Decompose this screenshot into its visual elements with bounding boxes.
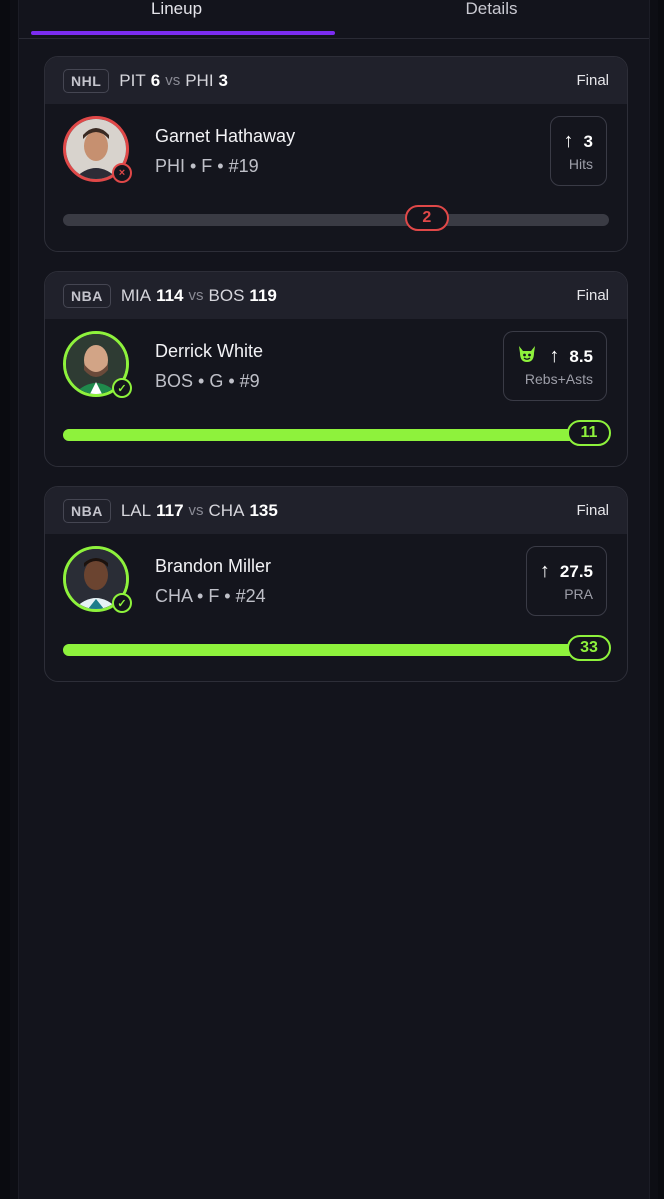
arrow-up-icon: ↑ (539, 560, 550, 582)
projection-box: ↑ 27.5 PRA (525, 546, 607, 616)
home-team: BOS (208, 285, 245, 305)
tab-details[interactable]: Details (334, 0, 649, 28)
game-header: NBA MIA 114 vs BOS 119 Final (45, 272, 627, 319)
result-badge: × (112, 163, 132, 183)
vs-label: vs (165, 72, 181, 89)
avatar: ✓ (63, 546, 132, 613)
game-status: Final (576, 502, 609, 519)
game-header: NBA LAL 117 vs CHA 135 Final (45, 487, 627, 534)
player-info: PHI • F • #19 (155, 156, 259, 176)
demon-icon (517, 345, 537, 368)
progress-bar: 11 (63, 420, 611, 446)
player-info: BOS • G • #9 (155, 371, 260, 391)
progress-bar: 33 (63, 635, 611, 661)
projection-box: ↑ 3 Hits (549, 116, 607, 186)
away-score: 6 (150, 70, 161, 90)
player-row: ✓ Brandon Miller CHA • F • #24 ↑ 27.5 PR… (45, 534, 627, 634)
vs-label: vs (188, 287, 204, 304)
player-name: Brandon Miller (155, 556, 272, 576)
away-team: MIA (120, 285, 152, 305)
stat-type: Rebs+Asts (524, 371, 593, 387)
league-badge: NHL (63, 68, 110, 93)
avatar: × (63, 116, 132, 183)
actual-value: 11 (567, 420, 611, 446)
x-icon: × (118, 167, 126, 179)
actual-value: 33 (567, 635, 611, 661)
stat-type: PRA (564, 586, 593, 602)
pick-card[interactable]: NBA MIA 114 vs BOS 119 Final ✓ Derrick W… (44, 271, 628, 467)
game-header: NHL PIT 6 vs PHI 3 Final (45, 57, 627, 104)
pick-card[interactable]: NBA LAL 117 vs CHA 135 Final ✓ Brandon M… (44, 486, 628, 682)
projection-box: ↑ 8.5 Rebs+Asts (503, 331, 607, 401)
arrow-up-icon: ↑ (563, 130, 574, 152)
right-edge (658, 0, 664, 1199)
progress-bar: 2 (63, 205, 609, 231)
game-status: Final (576, 287, 609, 304)
away-team: PIT (119, 70, 146, 90)
tab-bar: Lineup Details (19, 0, 649, 39)
result-badge: ✓ (112, 378, 132, 398)
player-name: Garnet Hathaway (155, 126, 296, 146)
progress-fill (63, 644, 609, 656)
vs-label: vs (188, 502, 204, 519)
game-status: Final (576, 72, 609, 89)
league-badge: NBA (63, 283, 111, 308)
stat-type: Hits (568, 156, 593, 172)
player-row: ✓ Derrick White BOS • G • #9 ↑ 8.5 Rebs+… (45, 319, 627, 419)
projection-line: 27.5 (559, 561, 593, 581)
pick-card[interactable]: NHL PIT 6 vs PHI 3 Final × Garnet Hathaw… (44, 56, 628, 252)
league-badge: NBA (63, 498, 111, 523)
actual-value: 2 (404, 205, 449, 231)
lineup-panel: Lineup Details NHL PIT 6 vs PHI 3 Final … (18, 0, 650, 1199)
tab-lineup[interactable]: Lineup (19, 0, 334, 28)
progress-fill (63, 429, 609, 441)
check-icon: ✓ (117, 382, 127, 395)
away-score: 117 (156, 500, 184, 520)
home-team: CHA (208, 500, 245, 520)
home-score: 119 (249, 285, 277, 305)
home-score: 135 (249, 500, 278, 520)
player-name: Derrick White (155, 341, 264, 361)
avatar: ✓ (63, 331, 132, 398)
arrow-up-icon: ↑ (549, 345, 560, 367)
left-edge (0, 0, 10, 1199)
check-icon: ✓ (117, 597, 127, 610)
projection-line: 8.5 (569, 346, 593, 366)
player-row: × Garnet Hathaway PHI • F • #19 ↑ 3 Hits (45, 104, 627, 204)
player-info: CHA • F • #24 (155, 586, 266, 606)
home-score: 3 (218, 70, 229, 90)
result-badge: ✓ (112, 593, 132, 613)
away-team: LAL (120, 500, 152, 520)
projection-line: 3 (583, 131, 593, 151)
active-tab-indicator (31, 31, 335, 35)
away-score: 114 (156, 285, 184, 305)
home-team: PHI (185, 70, 214, 90)
